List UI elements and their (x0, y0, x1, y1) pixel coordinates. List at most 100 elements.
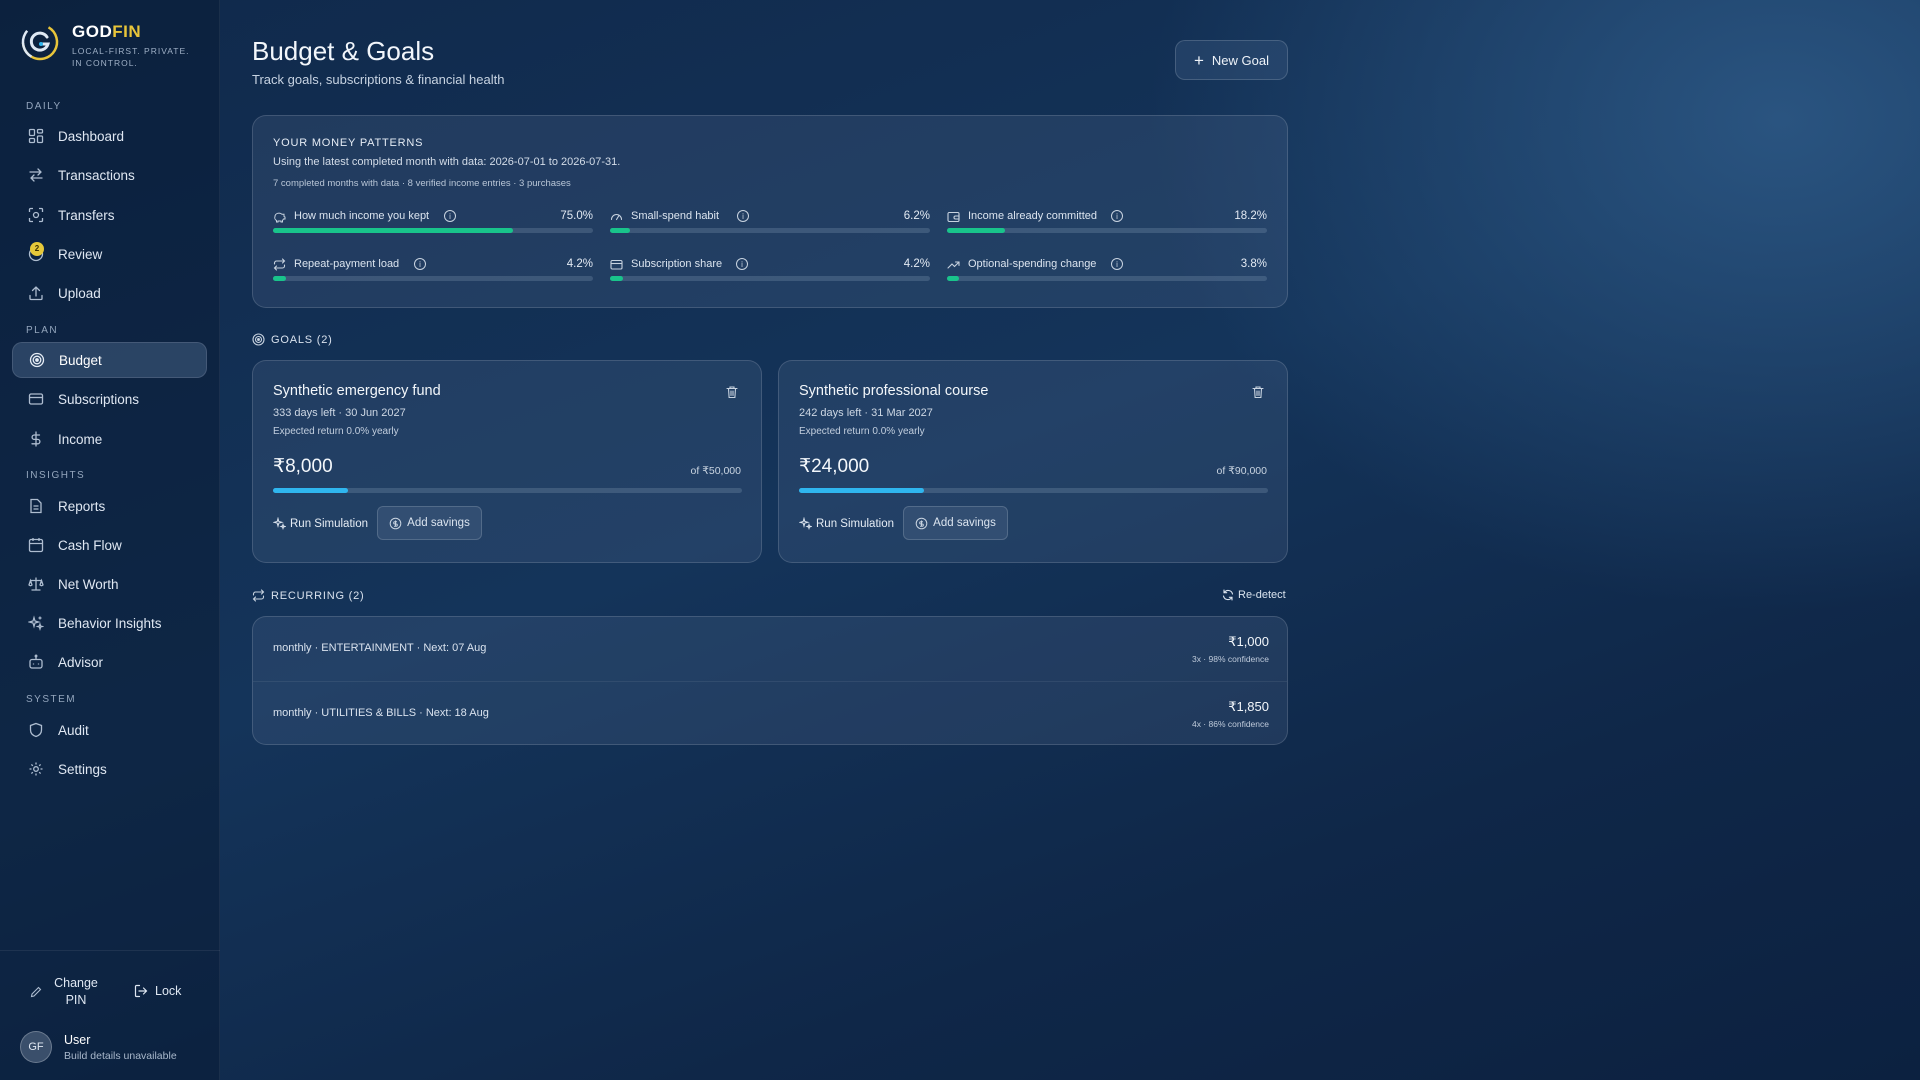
goal-amount: ₹8,000 (273, 456, 333, 477)
metric-fill (947, 228, 1006, 233)
page-subtitle: Track goals, subscriptions & financial h… (252, 72, 505, 87)
info-icon[interactable]: i (1111, 258, 1123, 270)
add-savings-button[interactable]: Add savings (377, 506, 482, 540)
transfer-icon (28, 207, 44, 223)
dollar-icon (31, 431, 41, 447)
sidebar-item-transfers[interactable]: Transfers (12, 197, 207, 233)
change-pin-button[interactable]: Change PIN (30, 975, 120, 1009)
sidebar-item-cash-flow[interactable]: Cash Flow (12, 527, 207, 563)
metric-track (273, 276, 593, 281)
brand-name: GODFIN (72, 22, 142, 41)
avatar[interactable]: GF (20, 1031, 52, 1063)
sidebar-item-behavior-insights[interactable]: Behavior Insights (12, 605, 207, 641)
metric-fill (273, 228, 513, 233)
sidebar-item-dashboard[interactable]: Dashboard (12, 118, 207, 154)
coin-icon (915, 517, 928, 529)
info-icon[interactable]: i (737, 210, 749, 222)
metric-income-committed: Income already committed i 18.2% (947, 210, 1267, 240)
nav-section-plan: PLAN (26, 325, 59, 336)
patterns-range: Using the latest completed month with da… (273, 156, 621, 168)
new-goal-button[interactable]: + New Goal (1175, 40, 1288, 80)
sidebar-item-label: Subscriptions (58, 391, 140, 407)
run-simulation-label: Run Simulation (816, 517, 894, 530)
review-count-badge: 2 (30, 242, 44, 256)
list-item[interactable]: monthly · UTILITIES & BILLS · Next: 18 A… (253, 681, 1287, 744)
sidebar-item-upload[interactable]: Upload (12, 275, 207, 311)
run-simulation-button[interactable]: Run Simulation (273, 517, 368, 530)
sidebar-item-label: Dashboard (58, 128, 125, 144)
brand[interactable]: GODFIN LOCAL-FIRST. PRIVATE. IN CONTROL. (20, 22, 202, 69)
recurring-description: monthly · ENTERTAINMENT · Next: 07 Aug (273, 642, 487, 654)
metric-small-spend: Small-spend habit i 6.2% (610, 210, 930, 240)
recurring-amount: ₹1,850 (1228, 699, 1269, 714)
add-savings-button[interactable]: Add savings (903, 506, 1008, 540)
info-icon[interactable]: i (414, 258, 426, 270)
upload-icon (29, 286, 43, 301)
dashboard-icon (28, 128, 44, 144)
list-item[interactable]: monthly · ENTERTAINMENT · Next: 07 Aug ₹… (253, 617, 1287, 681)
patterns-heading: YOUR MONEY PATTERNS (273, 137, 424, 149)
recurring-confidence: 4x · 86% confidence (1191, 719, 1269, 729)
recurring-heading-label: RECURRING (2) (271, 589, 365, 602)
build-info: Build details unavailable (64, 1050, 177, 1062)
sidebar-item-label: Upload (58, 285, 101, 301)
sidebar-item-label: Review (58, 246, 103, 262)
metric-fill (947, 276, 960, 281)
goal-amount: ₹24,000 (799, 456, 870, 477)
money-patterns-card: YOUR MONEY PATTERNS Using the latest com… (252, 115, 1288, 308)
recurring-list: monthly · ENTERTAINMENT · Next: 07 Aug ₹… (252, 616, 1288, 745)
page-title: Budget & Goals (252, 36, 435, 66)
info-icon[interactable]: i (444, 210, 456, 222)
sidebar-footer: Change PIN Lock GF User Build details un… (0, 950, 220, 1080)
redetect-button[interactable]: Re-detect (1222, 589, 1286, 601)
logout-icon (134, 984, 148, 998)
sidebar: GODFIN LOCAL-FIRST. PRIVATE. IN CONTROL.… (0, 0, 220, 1080)
godfin-logo-icon (21, 23, 59, 61)
metric-track (610, 228, 930, 233)
metric-fill (610, 276, 624, 281)
metric-label: How much income you kept (294, 210, 430, 222)
metric-income-kept: How much income you kept i 75.0% (273, 210, 593, 240)
sidebar-item-net-worth[interactable]: Net Worth (12, 566, 207, 602)
trash-icon[interactable] (725, 385, 739, 399)
user-name: User (64, 1033, 91, 1047)
info-icon[interactable]: i (736, 258, 748, 270)
goal-deadline: 242 days left · 31 Mar 2027 (799, 407, 933, 419)
gauge-icon (610, 214, 623, 221)
lock-label: Lock (155, 984, 182, 998)
plus-icon: + (1193, 50, 1204, 70)
card-icon (28, 393, 44, 405)
run-simulation-button[interactable]: Run Simulation (799, 517, 894, 530)
sidebar-item-audit[interactable]: Audit (12, 712, 207, 748)
calendar-icon (28, 538, 44, 553)
nav-section-insights: INSIGHTS (26, 470, 86, 481)
goal-return: Expected return 0.0% yearly (799, 426, 925, 437)
metric-value: 4.2% (903, 258, 930, 270)
sidebar-item-advisor[interactable]: Advisor (12, 644, 207, 680)
trash-icon[interactable] (1251, 385, 1265, 399)
sidebar-item-subscriptions[interactable]: Subscriptions (12, 381, 207, 417)
add-savings-label: Add savings (407, 517, 470, 529)
sidebar-item-label: Transactions (58, 167, 135, 183)
sidebar-item-income[interactable]: Income (12, 421, 207, 457)
sidebar-item-settings[interactable]: Settings (12, 751, 207, 787)
sidebar-item-transactions[interactable]: Transactions (12, 157, 207, 193)
metric-fill (273, 276, 287, 281)
metric-track (947, 228, 1267, 233)
sidebar-item-reports[interactable]: Reports (12, 488, 207, 524)
trend-up-icon (947, 261, 960, 269)
sidebar-item-label: Behavior Insights (58, 615, 162, 631)
info-icon[interactable]: i (1111, 210, 1123, 222)
metric-value: 4.2% (566, 258, 593, 270)
shield-icon (29, 722, 43, 738)
change-pin-label: Change PIN (54, 976, 98, 1007)
sidebar-item-label: Transfers (58, 207, 115, 223)
lock-button[interactable]: Lock (134, 984, 181, 998)
metric-label: Repeat-payment load (294, 258, 400, 270)
wallet-icon (947, 211, 960, 223)
refresh-icon (1222, 589, 1234, 601)
target-icon (29, 352, 45, 368)
sidebar-item-budget[interactable]: Budget (12, 342, 207, 378)
metric-label: Optional-spending change (968, 258, 1097, 270)
recurring-amount: ₹1,000 (1228, 634, 1269, 649)
